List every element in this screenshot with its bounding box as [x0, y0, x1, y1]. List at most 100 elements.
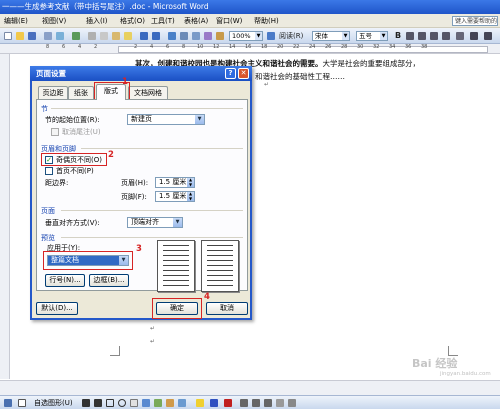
arrow-style-icon[interactable]	[264, 399, 272, 407]
footer-distance-spinner[interactable]: 1.5 厘米 ▲ ▼	[155, 191, 195, 202]
horizontal-scrollbar[interactable]	[0, 380, 500, 395]
header-distance-spinner[interactable]: 1.5 厘米 ▲ ▼	[155, 177, 195, 188]
read-button[interactable]: 阅读(R)	[279, 31, 303, 41]
spinner-arrows-icon[interactable]: ▲ ▼	[187, 192, 194, 201]
cancel-button[interactable]: 取消	[206, 302, 248, 315]
section-start-select[interactable]: 新建页 ▼	[127, 114, 205, 125]
open-folder-icon[interactable]	[16, 32, 24, 40]
vertical-alignment-select[interactable]: 顶端对齐 ▼	[127, 217, 183, 228]
bullets-icon[interactable]	[484, 32, 492, 40]
bold-button[interactable]: B	[395, 31, 401, 41]
horizontal-ruler[interactable]: 8 6 4 2 2 4 6 8 10 12 14 16 18 20 22 24 …	[0, 44, 500, 54]
clip-art-icon[interactable]	[166, 399, 174, 407]
help-icon[interactable]: ?	[225, 68, 236, 79]
suppress-endnotes-checkbox[interactable]	[51, 128, 59, 136]
draw-menu-icon[interactable]	[4, 399, 12, 407]
tab-layout[interactable]: 版式	[96, 84, 126, 100]
format-painter-icon[interactable]	[124, 32, 132, 40]
dialog-title: 页面设置	[36, 69, 66, 78]
line-color-icon[interactable]	[210, 399, 218, 407]
ruler-number: 14	[229, 44, 236, 50]
group-divider	[61, 237, 243, 238]
spelling-icon[interactable]	[72, 32, 80, 40]
autoshapes-menu[interactable]: 自选图形(U)	[34, 398, 73, 408]
menu-edit[interactable]: 编辑(E)	[4, 14, 28, 28]
window-title: 一——生成参考文献（带中括号尾注）.doc - Microsoft Word	[2, 2, 209, 11]
ruler-number: 38	[421, 44, 428, 50]
line-spacing-icon[interactable]	[456, 32, 464, 40]
align-left-icon[interactable]	[406, 32, 414, 40]
annotation-number: 2	[108, 150, 114, 160]
menu-help[interactable]: 帮助(H)	[254, 14, 279, 28]
dialog-title-bar[interactable]: 页面设置 ? ✕	[30, 66, 252, 81]
menu-format[interactable]: 格式(O)	[120, 14, 145, 28]
page-setup-dialog: 页面设置 ? ✕ 页边距 纸张 版式 文档网格 1 节 节的起始位置(R): 新…	[30, 66, 252, 320]
tab-paper[interactable]: 纸张	[68, 86, 94, 99]
font-size-select[interactable]: 五号 ▼	[356, 31, 388, 41]
line-numbers-button[interactable]: 行号(N)...	[45, 274, 85, 287]
arrow-icon[interactable]	[94, 399, 102, 407]
shadow-style-icon[interactable]	[276, 399, 284, 407]
spinner-arrows-icon[interactable]: ▲ ▼	[187, 178, 194, 187]
ruler-number: 32	[373, 44, 380, 50]
chevron-down-icon: ▼	[255, 32, 262, 40]
borders-button[interactable]: 边框(B)...	[89, 274, 129, 287]
zoom-select[interactable]: 100% ▼	[229, 31, 263, 41]
tab-document-grid[interactable]: 文档网格	[128, 86, 168, 99]
select-objects-icon[interactable]	[18, 399, 26, 407]
font-color-icon[interactable]	[224, 399, 232, 407]
menu-insert[interactable]: 插入(I)	[86, 14, 108, 28]
ruler-number: 8	[182, 44, 186, 50]
diagram-icon[interactable]	[154, 399, 162, 407]
align-center-icon[interactable]	[418, 32, 426, 40]
help-icon[interactable]	[267, 32, 275, 40]
hyperlink-icon[interactable]	[168, 32, 176, 40]
tab-margins[interactable]: 页边距	[38, 86, 68, 99]
group-divider	[81, 148, 243, 149]
menu-window[interactable]: 窗口(W)	[216, 14, 242, 28]
print-icon[interactable]	[44, 32, 52, 40]
ruler-number: 28	[341, 44, 348, 50]
dash-style-icon[interactable]	[252, 399, 260, 407]
save-icon[interactable]	[28, 32, 36, 40]
default-button[interactable]: 默认(D)...	[36, 302, 78, 315]
font-name-select[interactable]: 宋体 ▼	[312, 31, 350, 41]
text-box-icon[interactable]	[130, 399, 138, 407]
3d-style-icon[interactable]	[288, 399, 296, 407]
vertical-ruler[interactable]	[0, 54, 10, 379]
line-style-icon[interactable]	[240, 399, 248, 407]
drawing-icon[interactable]	[216, 32, 224, 40]
copy-icon[interactable]	[100, 32, 108, 40]
columns-icon[interactable]	[204, 32, 212, 40]
rectangle-icon[interactable]	[106, 399, 114, 407]
justify-icon[interactable]	[442, 32, 450, 40]
wordart-icon[interactable]	[142, 399, 150, 407]
ruler-number: 6	[166, 44, 170, 50]
redo-icon[interactable]	[152, 32, 160, 40]
close-icon[interactable]: ✕	[238, 68, 249, 79]
paste-icon[interactable]	[112, 32, 120, 40]
menu-view[interactable]: 视图(V)	[42, 14, 66, 28]
tables-icon[interactable]	[180, 32, 188, 40]
help-search-input[interactable]: 键入需要帮助的问题	[452, 16, 498, 26]
oval-icon[interactable]	[118, 399, 126, 407]
page-corner-mark	[110, 346, 120, 356]
insert-table-icon[interactable]	[192, 32, 200, 40]
cut-icon[interactable]	[88, 32, 96, 40]
paragraph-mark: ↵	[150, 338, 156, 345]
line-icon[interactable]	[82, 399, 90, 407]
print-preview-icon[interactable]	[56, 32, 64, 40]
fill-color-icon[interactable]	[196, 399, 204, 407]
undo-icon[interactable]	[140, 32, 148, 40]
new-document-icon[interactable]	[4, 32, 12, 40]
window-title-bar: 一——生成参考文献（带中括号尾注）.doc - Microsoft Word	[0, 0, 500, 14]
ruler-number: 12	[213, 44, 220, 50]
ruler-number: 26	[325, 44, 332, 50]
picture-icon[interactable]	[178, 399, 186, 407]
menu-tools[interactable]: 工具(T)	[151, 14, 175, 28]
menu-table[interactable]: 表格(A)	[184, 14, 208, 28]
first-page-checkbox[interactable]	[45, 167, 53, 175]
numbering-icon[interactable]	[470, 32, 478, 40]
document-text: 大学是社会的重要组成部分，	[322, 59, 421, 68]
align-right-icon[interactable]	[430, 32, 438, 40]
